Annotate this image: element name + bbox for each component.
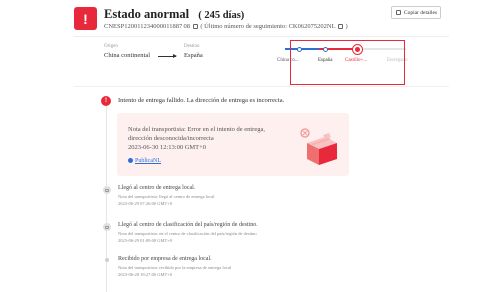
origin-label: Origen [104, 44, 118, 49]
alert-icon: ! [74, 7, 97, 30]
destination-value: España [184, 52, 203, 59]
tracking-number: CNESP120011234000011887 08 [104, 23, 191, 30]
timeline-line [106, 106, 107, 292]
carrier-link-label: PublicaNL [135, 158, 161, 164]
divider [74, 86, 449, 87]
origin-value: China continental [104, 52, 151, 59]
route-arrow-icon [158, 54, 177, 58]
page-title: Estado anormal ( 245 días) [104, 7, 244, 22]
status-title: Estado anormal [104, 7, 190, 21]
event-time: 2023-06-30 12:13:00 GMT+0 [128, 144, 207, 151]
event-note: Nota del transportista: recibido por la … [118, 265, 232, 270]
package-icon [102, 186, 111, 194]
last-tracking-number: ( Último número de seguimiento: CK062075… [200, 23, 336, 30]
carrier-link[interactable]: PublicaNL [128, 158, 161, 164]
copy-icon[interactable] [192, 24, 198, 30]
destination-label: Destino [184, 44, 200, 49]
copy-last-icon[interactable] [337, 24, 343, 30]
tracking-info: CNESP120011234000011887 08 ( Último núme… [104, 23, 348, 30]
globe-icon [128, 158, 133, 164]
tracking-paren: ) [345, 23, 348, 30]
event-date: 2023-06-28 18:27:00 GMT+0 [118, 272, 173, 277]
event-title: Llegó al centro de clasificación del paí… [118, 222, 258, 228]
event-date: 2023-06-29 07:26:00 GMT+0 [118, 201, 173, 206]
highlight-box [290, 40, 405, 85]
days-count: ( 245 días) [198, 10, 245, 21]
carrier-note-card: Nota del transportista: Error en el inte… [117, 113, 349, 176]
divider [74, 36, 449, 37]
latest-event-text: Intento de entrega fallido. La dirección… [118, 97, 285, 104]
carrier-note: Nota del transportista: Error en el inte… [128, 126, 265, 143]
event-title: Llegó al centro de entrega local. [118, 185, 196, 191]
alert-dot-icon: ! [101, 96, 111, 106]
copy-details-label: Copiar detalles [403, 9, 438, 16]
dot-icon [104, 258, 109, 262]
event-note: Nota del transportista: en el centro de … [118, 231, 257, 236]
package-icon [102, 223, 111, 231]
copy-details-button[interactable]: Copiar detalles [391, 6, 441, 19]
event-date: 2023-06-29 01:09:00 GMT+0 [118, 238, 173, 243]
failed-delivery-box-icon [300, 128, 337, 165]
event-note: Nota del transportista: llegó al centro … [118, 194, 215, 199]
copy-details-icon [395, 10, 401, 15]
event-title: Recibido por empresa de entrega local. [118, 256, 212, 262]
